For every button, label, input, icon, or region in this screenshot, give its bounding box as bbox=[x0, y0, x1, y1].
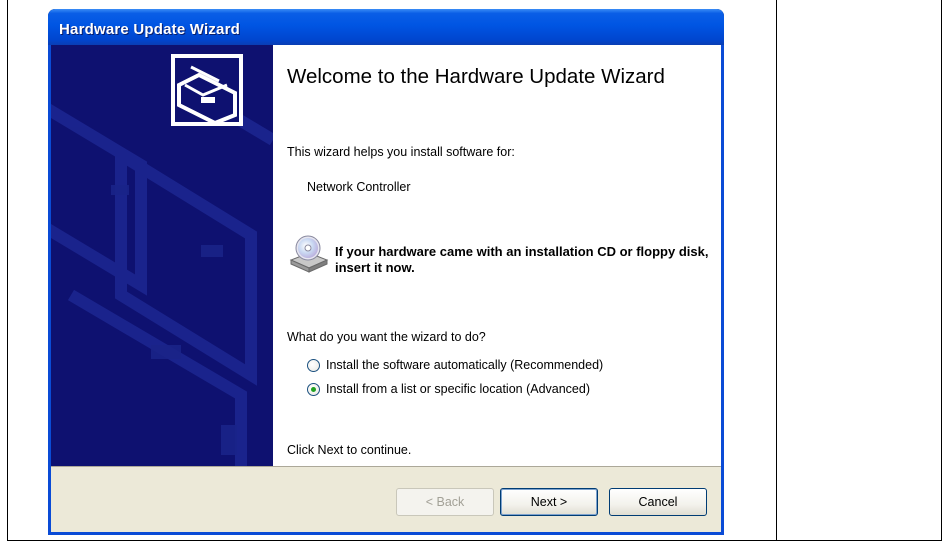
table-column-divider bbox=[776, 0, 777, 541]
window-title: Hardware Update Wizard bbox=[59, 21, 240, 38]
radio-automatic[interactable] bbox=[307, 358, 320, 372]
radio-advanced[interactable] bbox=[307, 382, 320, 396]
back-button[interactable]: < Back bbox=[396, 488, 494, 516]
device-name: Network Controller bbox=[307, 180, 411, 194]
wizard-side-graphic bbox=[51, 45, 273, 466]
cd-drive-icon bbox=[289, 235, 329, 273]
cancel-button[interactable]: Cancel bbox=[609, 488, 707, 516]
title-bar[interactable]: Hardware Update Wizard bbox=[48, 9, 724, 45]
window-frame: Welcome to the Hardware Update Wizard Th… bbox=[48, 45, 724, 535]
table-right-border bbox=[941, 0, 942, 541]
page-title: Welcome to the Hardware Update Wizard bbox=[287, 65, 665, 88]
option-label: Install the software automatically (Reco… bbox=[326, 358, 604, 372]
option-label: Install from a list or specific location… bbox=[326, 382, 590, 396]
wizard-content: Welcome to the Hardware Update Wizard Th… bbox=[273, 45, 721, 466]
option-install-automatically[interactable]: Install the software automatically (Reco… bbox=[307, 358, 603, 372]
question-label: What do you want the wizard to do? bbox=[287, 330, 486, 344]
footer-text: Click Next to continue. bbox=[287, 443, 412, 457]
next-button[interactable]: Next > bbox=[500, 488, 598, 516]
hardware-card-icon bbox=[171, 54, 243, 126]
option-install-from-list[interactable]: Install from a list or specific location… bbox=[307, 382, 590, 396]
wizard-window: Hardware Update Wizard Welcome to the Ha… bbox=[48, 9, 724, 535]
cd-prompt: If your hardware came with an installati… bbox=[335, 244, 709, 275]
intro-text: This wizard helps you install software f… bbox=[287, 145, 515, 159]
wizard-background-graphic bbox=[51, 45, 273, 466]
button-bar: < Back Next > Cancel bbox=[51, 466, 721, 532]
